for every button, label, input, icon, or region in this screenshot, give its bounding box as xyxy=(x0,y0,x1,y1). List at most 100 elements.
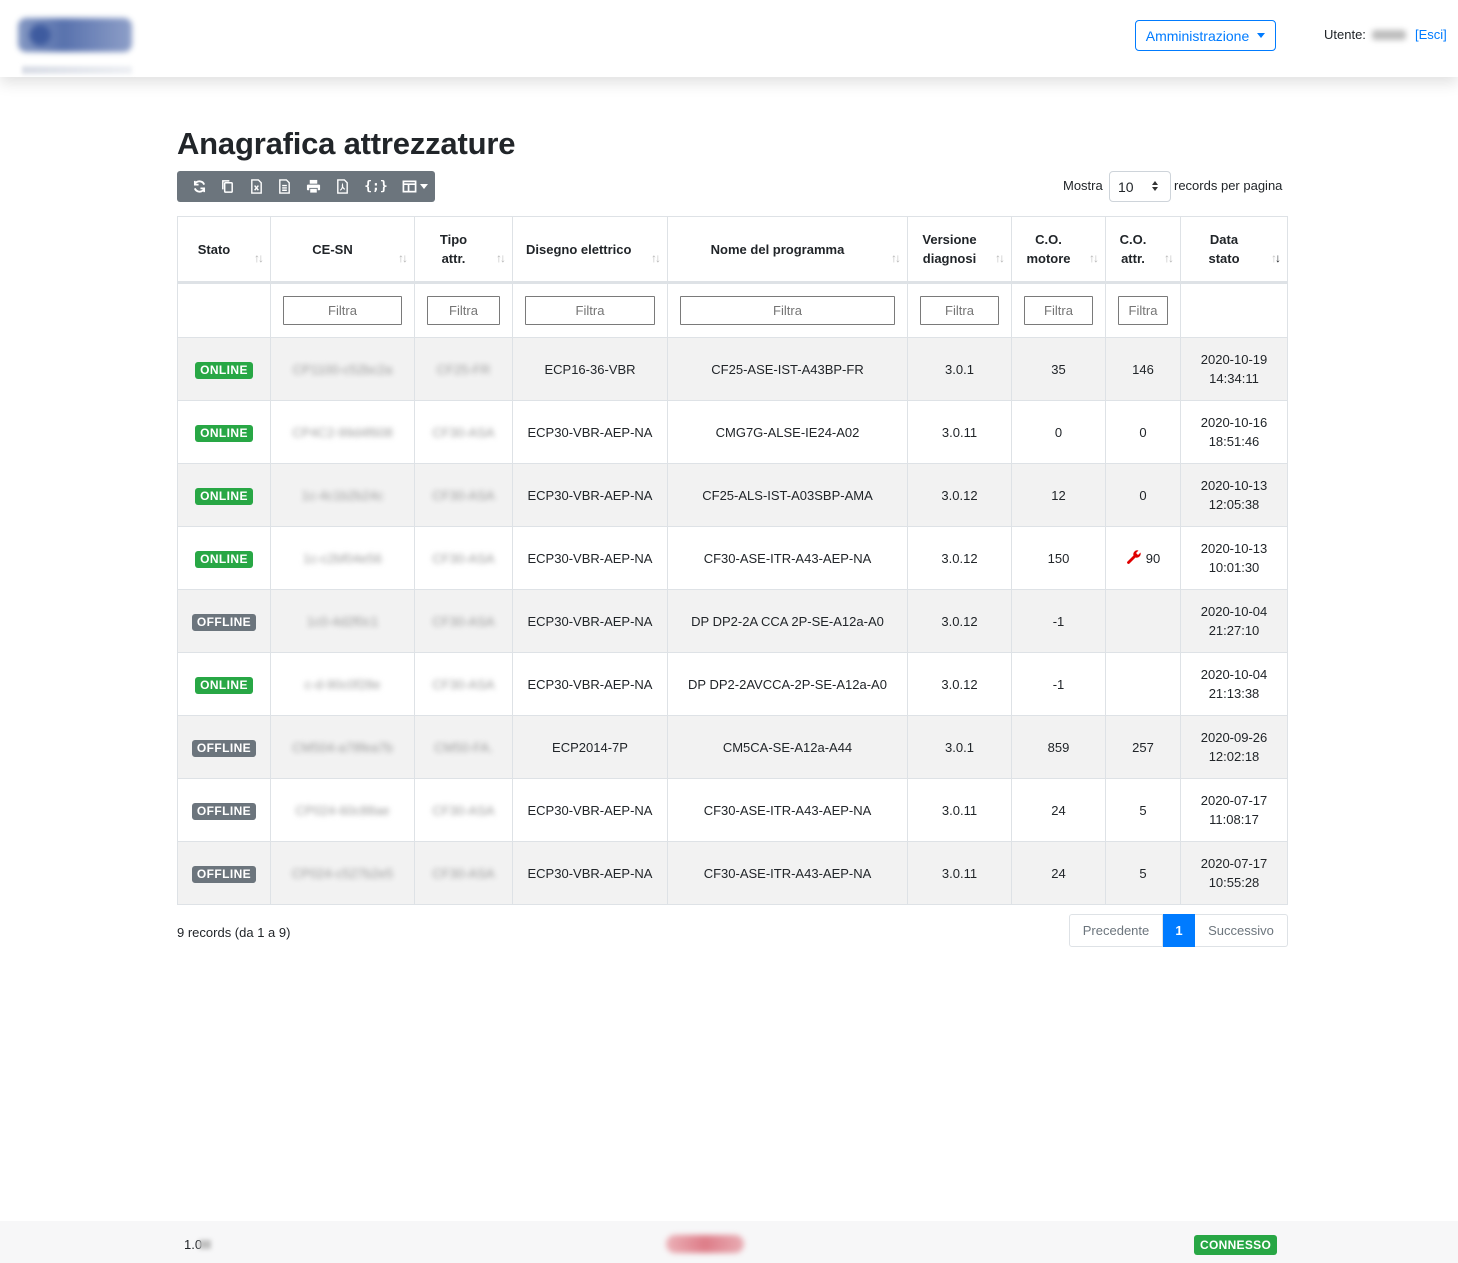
filter-input-ce-sn[interactable] xyxy=(283,296,402,325)
programma-cell: DP DP2-2A CCA 2P-SE-A12a-A0 xyxy=(667,589,908,653)
co-motore-cell: 24 xyxy=(1011,778,1106,842)
refresh-button[interactable] xyxy=(185,171,214,202)
column-header-stato[interactable]: Stato ↑↓ xyxy=(177,216,271,284)
filter-input-co-motore[interactable] xyxy=(1024,296,1093,325)
co-attr-cell xyxy=(1105,589,1181,653)
data-stato-cell: 2020-10-13 12:05:38 xyxy=(1180,463,1288,527)
equipment-table-wrapper: Stato ↑↓ CE-SN ↑↓ Tipo attr. ↑↓ Disegno ele… xyxy=(177,216,1288,905)
table-row[interactable]: ONLINE c-d-90c0f28e CF30-ASA ECP30-VBR-AEP-… xyxy=(177,652,1288,716)
ce-sn-cell: CP1100-c52bc2a xyxy=(270,337,415,401)
table-row[interactable]: OFFLINE CP024-60c88ae CF30-ASA ECP30-VBR-AE… xyxy=(177,778,1288,842)
ce-sn-value: CP024-60c88ae xyxy=(295,802,390,818)
versione-cell: 3.0.11 xyxy=(907,400,1012,464)
column-header-data-stato[interactable]: Data stato ↑↓ xyxy=(1180,216,1288,284)
tipo-attr-cell: CF30-ASA xyxy=(414,841,513,905)
tipo-attr-cell: CM50-FA. xyxy=(414,715,513,779)
co-motore-value: 24 xyxy=(1051,865,1066,881)
programma-value: DP DP2-2AVCCA-2P-SE-A12a-A0 xyxy=(688,676,887,692)
table-row[interactable]: ONLINE CP1100-c52bc2a CF25-FR ECP16-36-VBR C… xyxy=(177,337,1288,401)
programma-cell: CF30-ASE-ITR-A43-AEP-NA xyxy=(667,778,908,842)
brand-logo[interactable] xyxy=(18,18,132,52)
tipo-attr-value: CF30-ASA xyxy=(432,676,495,692)
excel-button[interactable] xyxy=(242,171,271,202)
ce-sn-value: CM504-a78fea7b xyxy=(292,739,393,755)
user-label: Utente: xyxy=(1324,27,1366,42)
filter-cell xyxy=(1011,282,1106,338)
disegno-value: ECP30-VBR-AEP-NA xyxy=(527,424,653,440)
table-row[interactable]: OFFLINE CM504-a78fea7b CM50-FA. ECP2014-7P C… xyxy=(177,715,1288,779)
table-row[interactable]: ONLINE 1c-c2bf04e56 CF30-ASA ECP30-VBR-AEP-… xyxy=(177,526,1288,590)
programma-value: CF30-ASE-ITR-A43-AEP-NA xyxy=(703,802,872,818)
table-row[interactable]: ONLINE CP4C2-99d4f608 CF30-ASA ECP30-VBR-AE… xyxy=(177,400,1288,464)
filter-cell xyxy=(512,282,668,338)
pagination-page-1[interactable]: 1 xyxy=(1163,914,1195,947)
status-time: 21:13:38 xyxy=(1208,686,1260,701)
brand-tagline xyxy=(22,66,132,74)
filter-input-versione[interactable] xyxy=(920,296,999,325)
co-motore-cell: 12 xyxy=(1011,463,1106,527)
status-cell: ONLINE xyxy=(177,652,271,716)
co-motore-cell: 35 xyxy=(1011,337,1106,401)
admin-menu-button[interactable]: Amministrazione xyxy=(1135,20,1276,51)
pagination: Precedente 1 Successivo xyxy=(1069,914,1288,947)
column-header-versione-diagnosi[interactable]: Versione diagnosi ↑↓ xyxy=(907,216,1012,284)
page-size-select[interactable]: 10 xyxy=(1109,171,1171,202)
ce-sn-cell: CP024-c527b2e5 xyxy=(270,841,415,905)
copy-button[interactable] xyxy=(214,171,243,202)
csv-button[interactable] xyxy=(271,171,300,202)
json-button[interactable]: {;} xyxy=(356,171,395,202)
status-badge: OFFLINE xyxy=(191,739,257,757)
co-motore-value: -1 xyxy=(1052,613,1065,629)
sort-icon: ↑↓ xyxy=(891,251,901,265)
data-stato-cell: 2020-07-17 10:55:28 xyxy=(1180,841,1288,905)
column-header-ce-sn[interactable]: CE-SN ↑↓ xyxy=(270,216,415,284)
programma-value: CF30-ASE-ITR-A43-AEP-NA xyxy=(703,550,872,566)
status-badge: OFFLINE xyxy=(191,802,257,820)
filter-input-co-attr[interactable] xyxy=(1118,296,1168,325)
column-header-disegno-elettrico[interactable]: Disegno elettrico ↑↓ xyxy=(512,216,668,284)
disegno-value: ECP30-VBR-AEP-NA xyxy=(527,550,653,566)
logout-link[interactable]: [Esci] xyxy=(1415,27,1447,42)
programma-value: CF30-ASE-ITR-A43-AEP-NA xyxy=(703,865,872,881)
co-attr-cell: 5 xyxy=(1105,778,1181,842)
status-badge: ONLINE xyxy=(195,361,253,379)
column-header-co-attr[interactable]: C.O. attr. ↑↓ xyxy=(1105,216,1181,284)
pdf-button[interactable] xyxy=(328,171,357,202)
print-button[interactable] xyxy=(299,171,328,202)
disegno-cell: ECP2014-7P xyxy=(512,715,668,779)
co-attr-value: 0 xyxy=(1139,487,1147,503)
page-title: Anagrafica attrezzature xyxy=(177,126,516,161)
filter-input-disegno[interactable] xyxy=(525,296,655,325)
column-header-tipo-attr[interactable]: Tipo attr. ↑↓ xyxy=(414,216,513,284)
disegno-cell: ECP30-VBR-AEP-NA xyxy=(512,463,668,527)
select-arrows-icon xyxy=(1152,181,1158,191)
programma-cell: CF25-ALS-IST-A03SBP-AMA xyxy=(667,463,908,527)
columns-visibility-button[interactable] xyxy=(396,171,435,202)
pagination-prev-button[interactable]: Precedente xyxy=(1069,914,1163,947)
pagination-next-button[interactable]: Successivo xyxy=(1195,914,1288,947)
footer-logo xyxy=(666,1235,744,1253)
co-attr-value: 5 xyxy=(1139,865,1147,881)
programma-cell: CF30-ASE-ITR-A43-AEP-NA xyxy=(667,841,908,905)
co-motore-value: 35 xyxy=(1051,361,1066,377)
table-row[interactable]: ONLINE 1c-4c1b2b24c CF30-ASA ECP30-VBR-AEP-… xyxy=(177,463,1288,527)
status-cell: ONLINE xyxy=(177,526,271,590)
disegno-cell: ECP30-VBR-AEP-NA xyxy=(512,526,668,590)
filter-input-tipo-attr[interactable] xyxy=(427,296,500,325)
programma-cell: CF25-ASE-IST-A43BP-FR xyxy=(667,337,908,401)
table-row[interactable]: OFFLINE CP024-c527b2e5 CF30-ASA ECP30-VBR-A… xyxy=(177,841,1288,905)
table-row[interactable]: OFFLINE 1c0-4d2f0c1 CF30-ASA ECP30-VBR-AEP-… xyxy=(177,589,1288,653)
tipo-attr-cell: CF25-FR xyxy=(414,337,513,401)
ce-sn-value: 1c0-4d2f0c1 xyxy=(306,613,379,629)
ce-sn-value: CP024-c527b2e5 xyxy=(291,865,394,881)
column-header-co-motore[interactable]: C.O. motore ↑↓ xyxy=(1011,216,1106,284)
tipo-attr-value: CF30-ASA xyxy=(432,802,495,818)
ce-sn-value: CP4C2-99d4f608 xyxy=(292,424,393,440)
status-cell: OFFLINE xyxy=(177,589,271,653)
filter-input-programma[interactable] xyxy=(680,296,895,325)
ce-sn-cell: CP024-60c88ae xyxy=(270,778,415,842)
status-date: 2020-10-04 xyxy=(1200,604,1268,619)
column-header-nome-programma[interactable]: Nome del programma ↑↓ xyxy=(667,216,908,284)
connection-status-badge: CONNESSO xyxy=(1194,1235,1278,1255)
co-motore-cell: 0 xyxy=(1011,400,1106,464)
